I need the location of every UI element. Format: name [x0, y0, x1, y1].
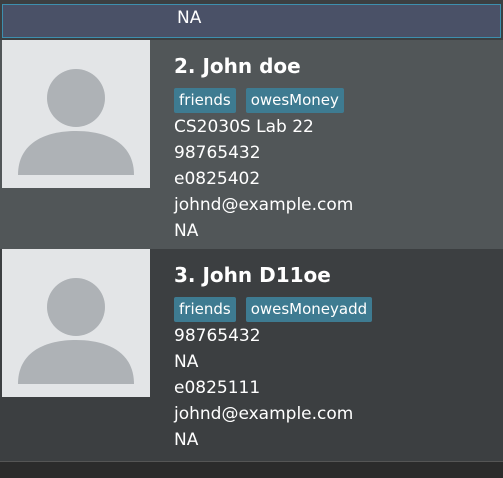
person-field-phone: 98765432: [174, 143, 261, 163]
tag-badge: owesMoney: [245, 88, 344, 113]
person-field-address: CS2030S Lab 22: [174, 117, 314, 137]
person-card-2[interactable]: 2. John doe friends owesMoney CS2030S La…: [0, 40, 503, 249]
person-field-id: e0825111: [174, 378, 261, 398]
tag-badge: friends: [174, 88, 236, 113]
person-card-3[interactable]: 3. John D11oe friends owesMoneyadd 98765…: [0, 249, 503, 461]
person-field-id: e0825402: [174, 169, 261, 189]
person-card-1-partial[interactable]: NA: [2, 4, 501, 38]
person-list[interactable]: NA 2. John doe friends owesMoney CS2030S…: [0, 0, 503, 478]
person-name: 3. John D11oe: [174, 263, 331, 287]
tag-badge: owesMoneyadd: [245, 297, 373, 322]
person-field-email: johnd@example.com: [174, 195, 354, 215]
person-name: 2. John doe: [174, 54, 301, 78]
person-field-remark: NA: [174, 221, 199, 241]
tag-list: friends owesMoneyadd: [174, 297, 373, 322]
tag-badge: friends: [174, 297, 236, 322]
person-card-1-last-field: NA: [177, 8, 202, 28]
person-field-email: johnd@example.com: [174, 404, 354, 424]
person-field-address: NA: [174, 352, 199, 372]
person-field-remark: NA: [174, 430, 199, 450]
person-field-phone: 98765432: [174, 326, 261, 346]
tag-list: friends owesMoney: [174, 88, 344, 113]
person-avatar-icon: [2, 40, 150, 188]
person-avatar-icon: [2, 249, 150, 397]
horizontal-scrollbar[interactable]: [0, 461, 503, 478]
